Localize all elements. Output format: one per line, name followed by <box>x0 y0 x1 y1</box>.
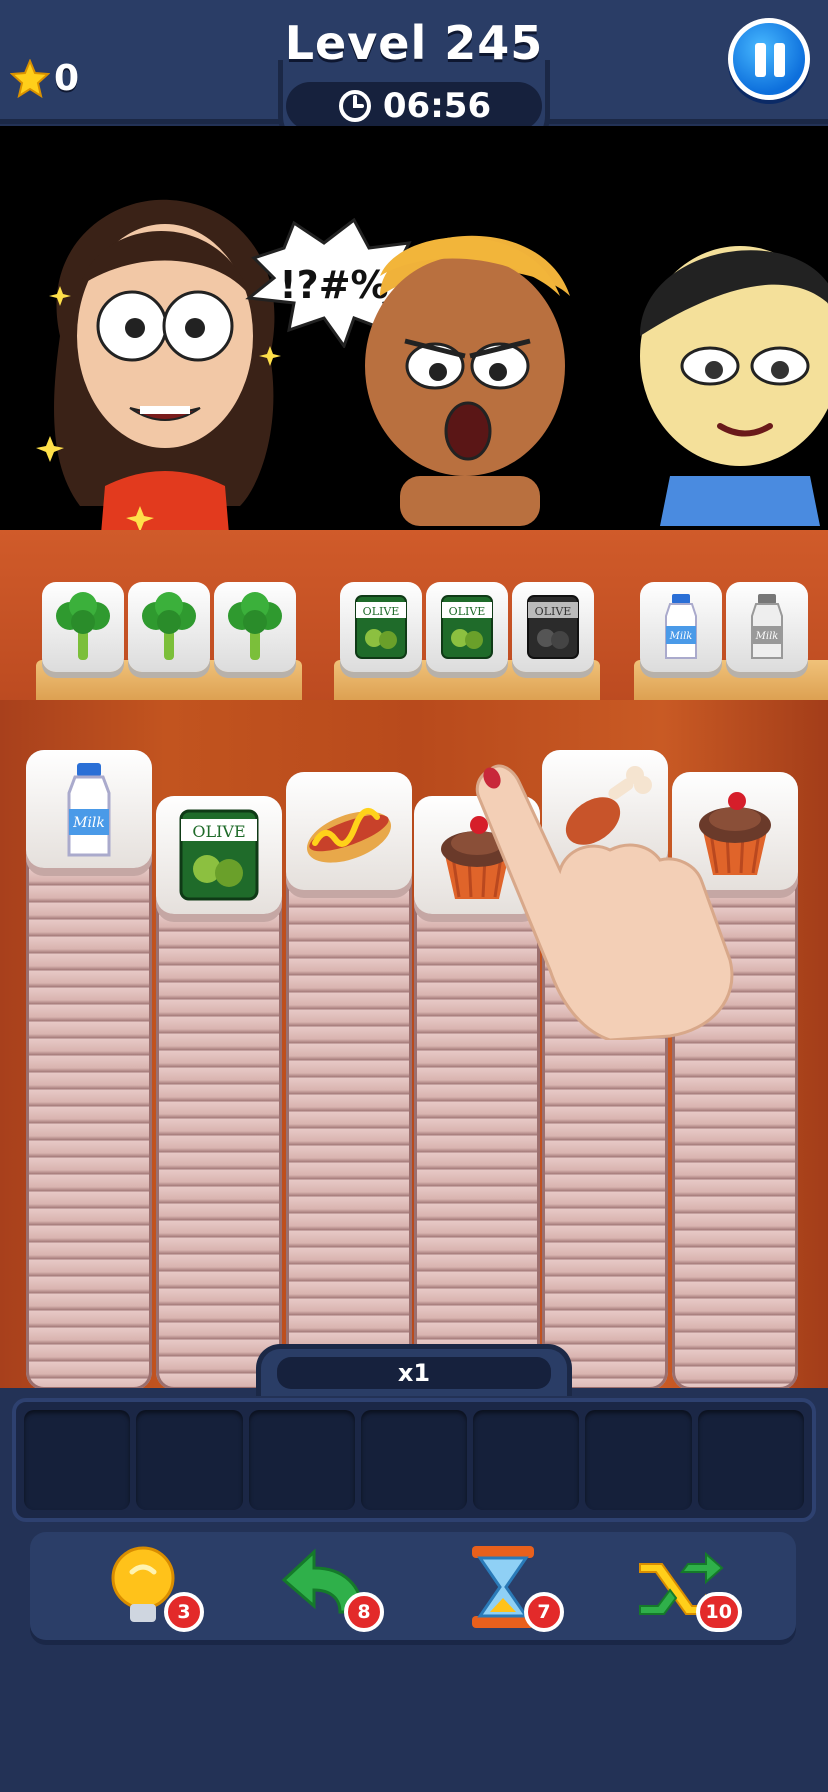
collection-slots <box>12 1398 816 1522</box>
undo-booster-button[interactable]: 8 <box>278 1542 384 1632</box>
timer: 06:56 <box>286 82 542 130</box>
order-tile-olive-can: OLIVE <box>426 582 508 672</box>
broccoli-icon <box>56 592 110 660</box>
undo-count-badge: 8 <box>344 1592 384 1632</box>
order-tile-broccoli <box>128 582 210 672</box>
timer-text: 06:56 <box>382 86 492 126</box>
olive-can-icon: OLIVE <box>441 595 493 659</box>
olive-can-icon: OLIVE <box>355 595 407 659</box>
hint-booster-button[interactable]: 3 <box>98 1542 204 1632</box>
order-tile-milk-pending: Milk <box>726 582 808 672</box>
broccoli-icon <box>142 592 196 660</box>
milk-bottle-icon: Milk <box>751 594 783 659</box>
freeze-time-count-badge: 7 <box>524 1592 564 1632</box>
shuffle-count-badge: 10 <box>695 1592 742 1632</box>
can-label: OLIVE <box>449 605 486 618</box>
shuffle-booster-button[interactable]: 10 <box>636 1542 742 1632</box>
tutorial-hand-icon <box>475 764 734 1040</box>
pause-icon <box>755 43 785 77</box>
multiplier-text: x1 <box>277 1357 551 1389</box>
order-tile-olive-can: OLIVE <box>340 582 422 672</box>
order-tile-broccoli <box>42 582 124 672</box>
can-label: OLIVE <box>535 605 572 618</box>
milk-bottle-icon: Milk <box>665 594 697 659</box>
level-title: Level 245 <box>284 16 544 70</box>
milk-label: Milk <box>669 631 693 642</box>
olive-can-icon: OLIVE <box>179 809 259 901</box>
can-label: OLIVE <box>192 822 245 841</box>
multiplier-tab: x1 <box>256 1344 572 1396</box>
empty-slot <box>24 1410 131 1510</box>
booster-bar: 3 8 7 10 <box>30 1532 796 1640</box>
tile-olive-can[interactable]: OLIVE <box>156 796 282 914</box>
hint-count-badge: 3 <box>164 1592 204 1632</box>
empty-slot <box>473 1410 580 1510</box>
empty-slot <box>248 1410 355 1510</box>
clock-icon <box>338 90 371 122</box>
hotdog-icon <box>306 807 392 863</box>
milk-bottle-icon: Milk <box>67 763 111 857</box>
order-tile-milk: Milk <box>640 582 722 672</box>
empty-slot <box>136 1410 243 1510</box>
milk-label: Milk <box>755 631 779 642</box>
broccoli-icon <box>228 592 282 660</box>
empty-slot <box>360 1410 468 1510</box>
tile-hotdog[interactable] <box>286 772 412 890</box>
tile-milk[interactable]: Milk <box>26 750 152 868</box>
order-tile-olive-can-pending: OLIVE <box>512 582 594 672</box>
freeze-time-booster-button[interactable]: 7 <box>458 1542 564 1632</box>
milk-label: Milk <box>72 815 105 831</box>
olive-can-icon: OLIVE <box>527 595 579 659</box>
customer-man[interactable] <box>630 216 828 526</box>
order-tile-broccoli <box>214 582 296 672</box>
can-label: OLIVE <box>363 605 400 618</box>
pause-button[interactable] <box>728 18 810 100</box>
empty-slot <box>585 1410 692 1510</box>
customer-bald-man[interactable] <box>340 206 590 526</box>
empty-slot <box>697 1410 804 1510</box>
